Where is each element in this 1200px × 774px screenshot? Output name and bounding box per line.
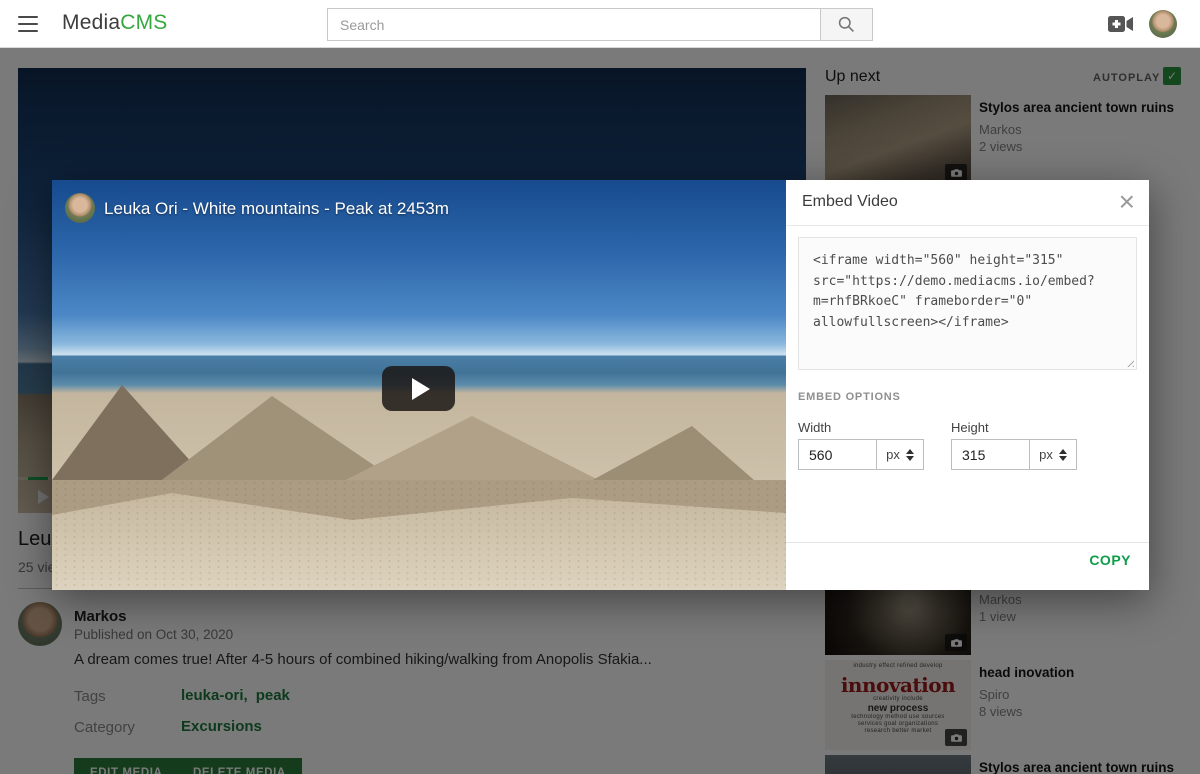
width-unit-label: px [886, 447, 900, 462]
width-label: Width [798, 420, 831, 435]
height-label: Height [951, 420, 989, 435]
modal-title: Embed Video [802, 193, 898, 211]
embed-code-line: m=rhfBRkoeC" frameborder="0" [813, 292, 1122, 313]
menu-icon[interactable] [16, 14, 40, 34]
embed-video-modal: Leuka Ori - White mountains - Peak at 24… [52, 180, 1149, 590]
divider [786, 542, 1149, 543]
divider [786, 225, 1149, 226]
stepper-arrows-icon [906, 449, 914, 461]
stepper-arrows-icon [1059, 449, 1067, 461]
user-avatar[interactable] [1149, 10, 1177, 38]
width-input[interactable] [798, 439, 876, 470]
embed-video-preview[interactable]: Leuka Ori - White mountains - Peak at 24… [52, 180, 786, 590]
mediacms-logo[interactable]: MediaCMS [62, 11, 167, 35]
embed-options-panel: Embed Video × <iframe width="560" height… [786, 180, 1149, 590]
embed-code-textarea[interactable]: <iframe width="560" height="315" src="ht… [798, 237, 1137, 370]
embed-code-line: src="https://demo.mediacms.io/embed? [813, 272, 1122, 293]
height-unit-label: px [1039, 447, 1053, 462]
copy-button[interactable]: COPY [1089, 552, 1131, 568]
play-button[interactable] [382, 366, 455, 411]
top-navbar: MediaCMS [0, 0, 1200, 48]
logo-media-text: Media [62, 11, 120, 34]
height-unit-select[interactable]: px [1029, 439, 1077, 470]
play-icon [412, 378, 430, 400]
embed-code-line: <iframe width="560" height="315" [813, 251, 1122, 272]
width-field-group: px [798, 439, 924, 470]
close-icon[interactable]: × [1119, 185, 1135, 219]
embed-options-label: EMBED OPTIONS [798, 391, 901, 403]
search-icon [837, 15, 856, 34]
width-unit-select[interactable]: px [876, 439, 924, 470]
upload-media-icon[interactable] [1108, 14, 1134, 34]
search-button[interactable] [820, 8, 873, 41]
embed-code-line: allowfullscreen></iframe> [813, 313, 1122, 334]
logo-cms-text: CMS [120, 11, 167, 34]
height-field-group: px [951, 439, 1077, 470]
mediacms-page: Leuka Ori - White mountains - Peak at 24… [0, 0, 1200, 774]
preview-author-avatar[interactable] [65, 193, 95, 223]
height-input[interactable] [951, 439, 1029, 470]
resize-handle[interactable] [1124, 357, 1134, 367]
preview-video-title: Leuka Ori - White mountains - Peak at 24… [104, 199, 449, 219]
scree-texture [52, 480, 786, 590]
search-input[interactable] [327, 8, 820, 41]
search-bar [327, 8, 873, 41]
